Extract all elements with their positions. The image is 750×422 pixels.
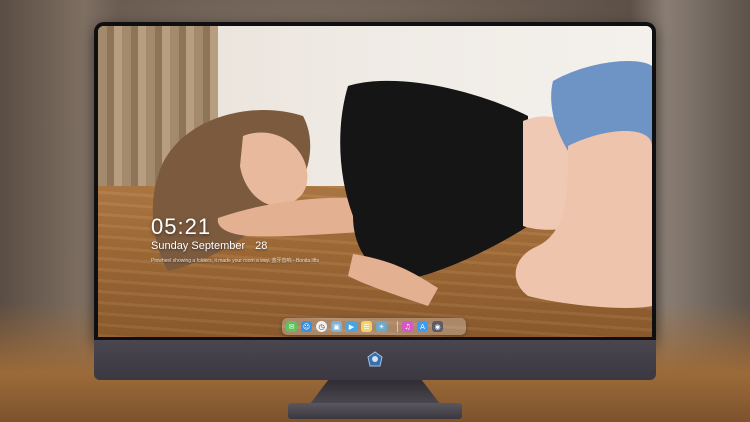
lock-screen-time: 05:21	[151, 214, 212, 239]
brand-logo-icon	[367, 351, 383, 367]
monitor-stand-neck	[310, 380, 440, 404]
camera-icon[interactable]: ◉	[432, 321, 443, 332]
desktop-screen[interactable]: 05:21 Sunday September 28 Pinwheel showin…	[98, 26, 652, 337]
dock: ✉ ☺ ◷ ▣ ▶ ☰ ☀ ♫ A ◉	[282, 318, 466, 335]
finder-icon[interactable]: ☺	[301, 321, 312, 332]
monitor-stand-base	[288, 403, 462, 419]
preview-icon[interactable]: ▣	[331, 321, 342, 332]
app-store-icon[interactable]: A	[417, 321, 428, 332]
image-icon[interactable]: ☀	[376, 321, 387, 332]
message-icon[interactable]: ✉	[286, 321, 297, 332]
music-icon[interactable]: ♫	[402, 321, 413, 332]
lock-screen-date: Sunday September 28	[151, 240, 267, 252]
lock-screen-date-text: Sunday September	[151, 240, 246, 252]
dock-separator	[397, 321, 398, 332]
monitor-bezel: 05:21 Sunday September 28 Pinwheel showin…	[94, 22, 656, 340]
clock-icon[interactable]: ◷	[316, 321, 327, 332]
wallpaper-figure	[152, 61, 652, 308]
imac-monitor: 05:21 Sunday September 28 Pinwheel showin…	[94, 22, 656, 380]
lock-screen-quote: Pinwheel showing a folders, it made your…	[151, 258, 320, 264]
clapperboard-icon[interactable]: ▶	[346, 321, 357, 332]
lock-screen-date-day: 28	[255, 240, 268, 252]
notes-icon[interactable]: ☰	[361, 321, 372, 332]
